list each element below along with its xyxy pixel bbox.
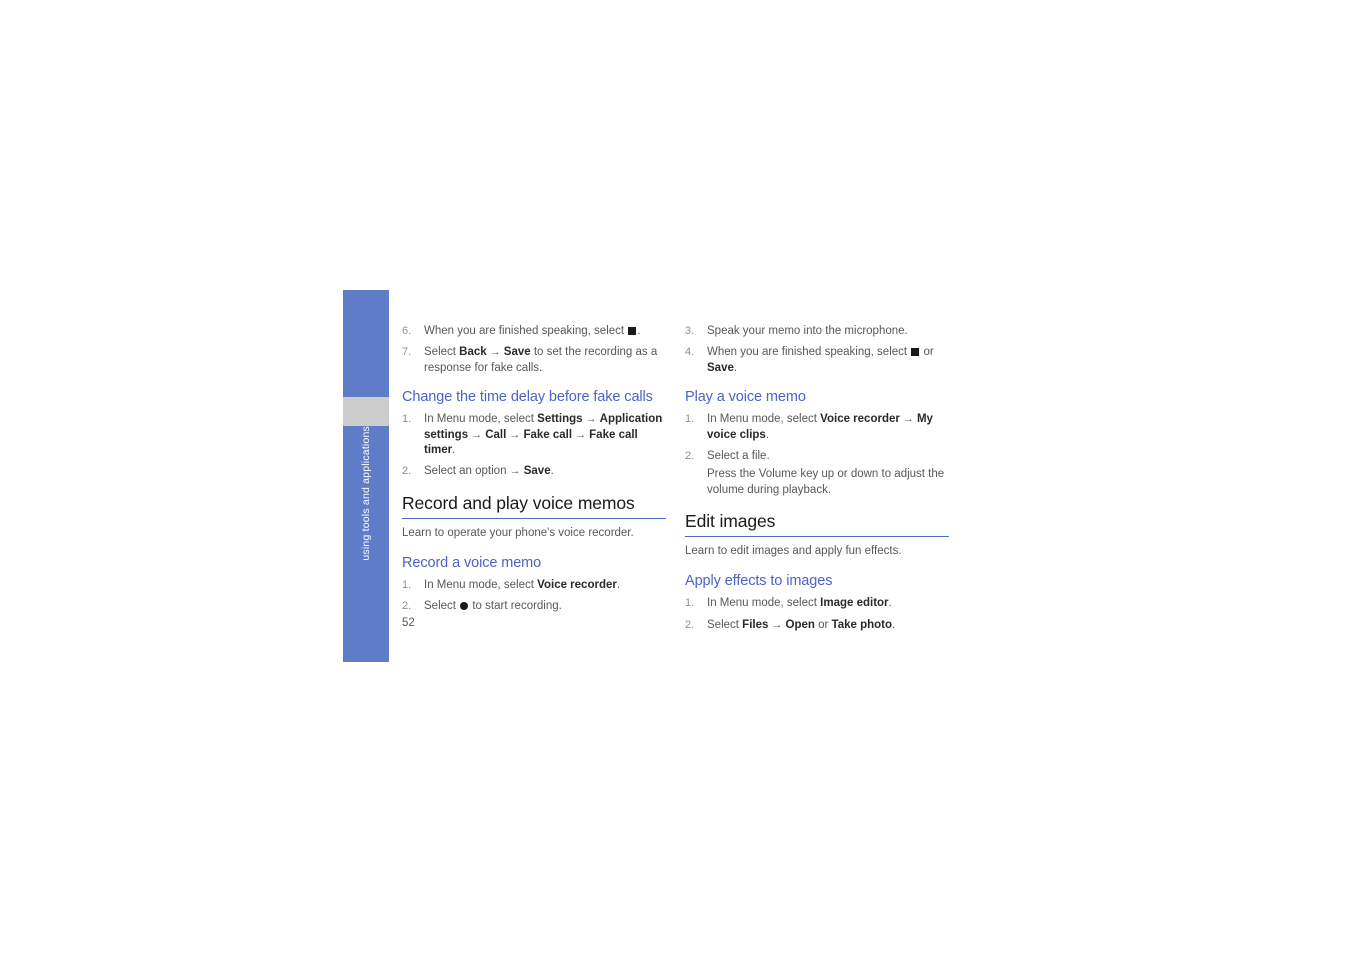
step-number: 1.: [685, 597, 695, 610]
stop-square-icon: [911, 347, 920, 356]
change-time-delay-step-list: 1. In Menu mode, select Settings → Applic…: [402, 412, 666, 480]
section-heading-edit-images: Edit images: [685, 511, 776, 532]
side-tab-gray-marker: [343, 397, 389, 426]
step-item: 2. Select Files → Open or Take photo.: [685, 618, 896, 631]
left-continued-step-list: 6. When you are finished speaking, select…: [402, 324, 666, 376]
step-emphasis: Save: [503, 346, 531, 359]
arrow-icon: →: [582, 413, 600, 426]
manual-page: using tools and applications 6. When you …: [0, 0, 1351, 954]
section-heading-record-play-voice-memos: Record and play voice memos: [402, 492, 635, 513]
step-emphasis: Open: [785, 618, 815, 631]
step-number: 3.: [685, 325, 695, 337]
step-number: 2.: [685, 450, 695, 463]
arrow-icon: →: [768, 618, 786, 631]
step-number: 1.: [685, 413, 695, 426]
arrow-icon: →: [572, 428, 590, 441]
step-number: 2.: [402, 600, 412, 613]
apply-effects-step-list: 1. In Menu mode, select Image editor. 2. Se…: [685, 596, 949, 633]
step-emphasis: Settings: [537, 413, 583, 426]
arrow-icon: →: [506, 428, 524, 441]
step-number: 2.: [685, 618, 695, 631]
record-circle-icon: [460, 601, 469, 610]
step-item: 3. Speak your memo into the microphone.: [685, 325, 908, 337]
section-rule-record-play-voice-memos: [402, 517, 666, 519]
play-voice-memo-step-list: 1. In Menu mode, select Voice recorder → …: [685, 412, 949, 498]
subheading-apply-effects-to-images: Apply effects to images: [685, 573, 833, 590]
step-item: 1. In Menu mode, select Voice recorder → …: [685, 413, 933, 441]
side-tab-chapter-text: using tools and applications: [360, 426, 372, 561]
step-number: 1.: [402, 413, 412, 426]
subheading-change-time-delay: Change the time delay before fake calls: [402, 389, 653, 406]
subheading-record-a-voice-memo: Record a voice memo: [402, 554, 542, 571]
page-number: 52: [402, 617, 415, 629]
arrow-icon: →: [899, 413, 917, 426]
step-emphasis: Voice recorder: [537, 578, 617, 591]
step-emphasis: Back: [459, 346, 487, 359]
step-emphasis: Files: [742, 618, 769, 631]
step-number: 7.: [402, 346, 412, 359]
step-item: 7. Select Back → Save to set the recordin…: [402, 346, 658, 374]
step-number: 1.: [402, 578, 412, 591]
step-item: 4. When you are finished speaking, select…: [685, 346, 934, 374]
side-tab-chapter-label: using tools and applications: [343, 426, 389, 662]
subheading-play-a-voice-memo: Play a voice memo: [685, 389, 806, 406]
step-item: 1. In Menu mode, select Voice recorder.: [402, 578, 621, 591]
arrow-icon: →: [468, 428, 486, 441]
step-number: 6.: [402, 325, 412, 337]
step-item: 2. Select an option → Save.: [402, 465, 554, 478]
right-column: 3. Speak your memo into the microphone. 4.…: [685, 324, 949, 646]
step-emphasis: Save: [707, 361, 734, 374]
right-continued-step-list: 3. Speak your memo into the microphone. 4.…: [685, 324, 949, 376]
arrow-icon: →: [509, 465, 524, 478]
step-item: 1. In Menu mode, select Image editor.: [685, 597, 892, 610]
step-item: 2. Select a file. Press the Volume key up …: [685, 450, 945, 496]
section-intro-edit-images: Learn to edit images and apply fun effec…: [685, 545, 902, 558]
section-rule-edit-images: [685, 536, 949, 538]
left-column: 6. When you are finished speaking, select…: [402, 324, 666, 628]
step-emphasis: Take photo: [831, 618, 893, 631]
stop-square-icon: [628, 326, 637, 335]
record-voice-memo-step-list: 1. In Menu mode, select Voice recorder. 2.…: [402, 578, 666, 615]
step-emphasis: Image editor: [820, 597, 889, 610]
step-emphasis: Call: [485, 428, 507, 441]
step-number: 4.: [685, 346, 695, 359]
step-emphasis: Fake call: [523, 428, 573, 441]
section-intro-record-play-voice-memos: Learn to operate your phone's voice reco…: [402, 526, 634, 539]
step-number: 2.: [402, 465, 412, 478]
step-item: 1. In Menu mode, select Settings → Applic…: [402, 413, 663, 457]
step-item: 6. When you are finished speaking, select…: [402, 325, 641, 337]
step-emphasis: Save: [523, 465, 551, 478]
step-item: 2. Select to start recording.: [402, 600, 562, 613]
step-emphasis: Voice recorder: [820, 413, 900, 426]
arrow-icon: →: [486, 346, 504, 359]
